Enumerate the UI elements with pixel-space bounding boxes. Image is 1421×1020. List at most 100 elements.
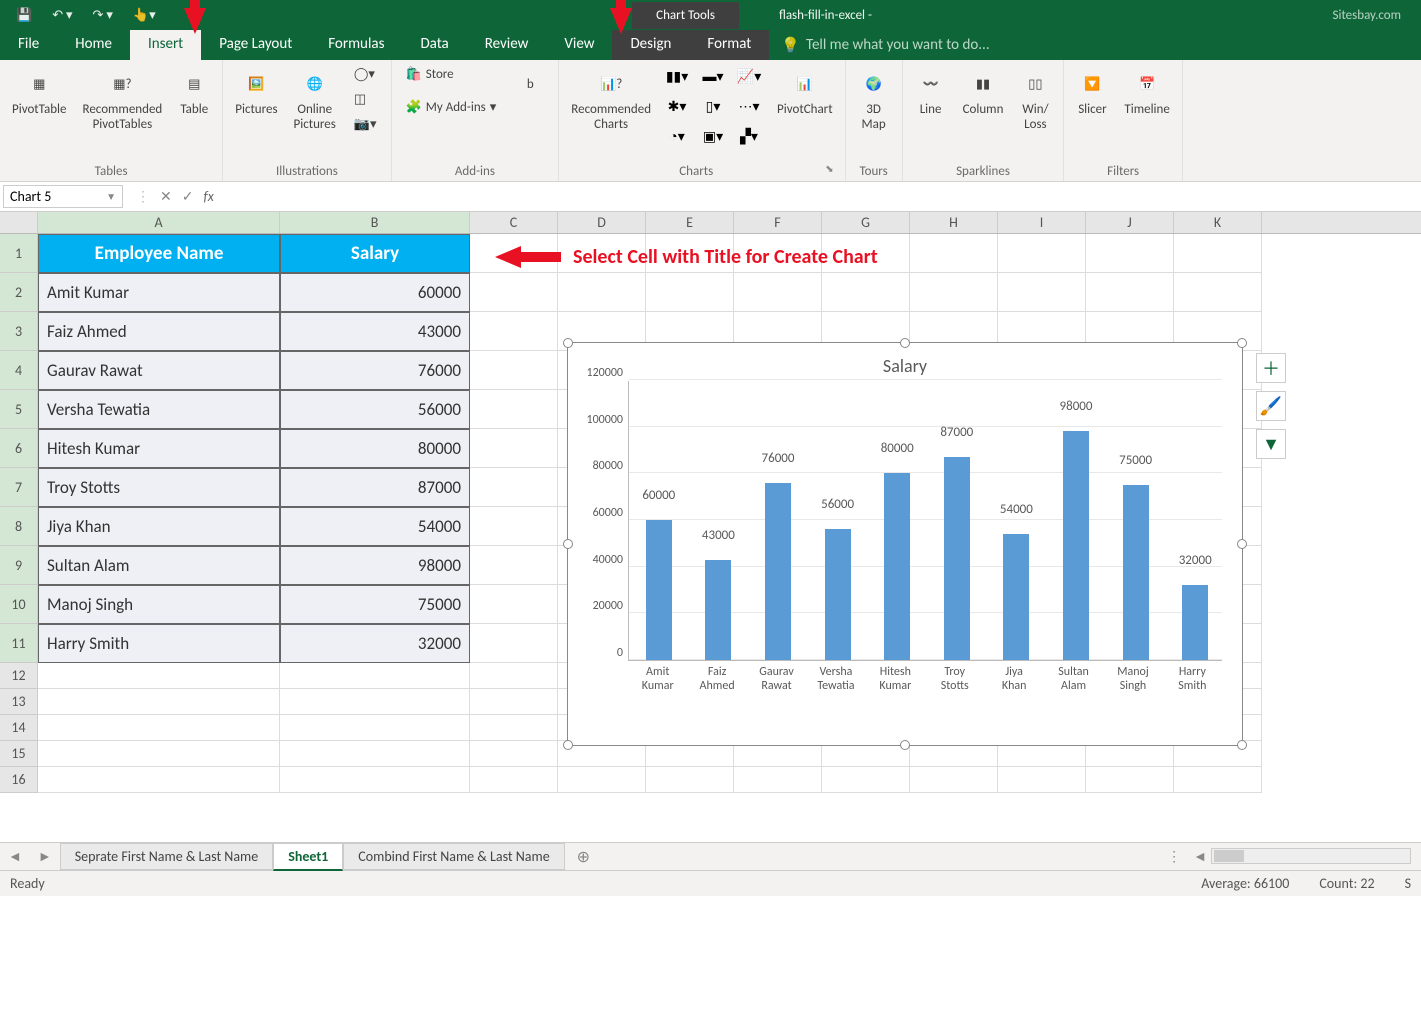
row-header-7[interactable]: 7 (0, 468, 38, 507)
chart-handle-s[interactable] (900, 740, 910, 750)
row-header-12[interactable]: 12 (0, 663, 38, 689)
stat-chart-icon[interactable]: ▯▾ (699, 94, 727, 118)
cell-A2[interactable]: Amit Kumar (38, 273, 280, 312)
column-chart-icon[interactable]: ▮▮▾ (663, 64, 691, 88)
bing-button[interactable]: b (510, 64, 550, 104)
cell-F2[interactable] (734, 273, 822, 312)
chart-bar[interactable] (1182, 585, 1208, 660)
col-header-H[interactable]: H (910, 212, 998, 233)
name-box[interactable]: Chart 5 ▼ (3, 185, 123, 208)
cell-C7[interactable] (470, 468, 558, 507)
tab-review[interactable]: Review (467, 30, 547, 60)
screenshot-button[interactable]: 📷▾ (348, 114, 383, 135)
cell-B2[interactable]: 60000 (280, 273, 470, 312)
col-header-F[interactable]: F (734, 212, 822, 233)
cell-B13[interactable] (280, 689, 470, 715)
cell-K1[interactable] (1174, 234, 1262, 273)
cell-A15[interactable] (38, 741, 280, 767)
cell-A12[interactable] (38, 663, 280, 689)
row-header-14[interactable]: 14 (0, 715, 38, 741)
cell-A3[interactable]: Faiz Ahmed (38, 312, 280, 351)
row-header-2[interactable]: 2 (0, 273, 38, 312)
sparkline-line-button[interactable]: 〰️Line (911, 64, 951, 121)
charts-dialog-launcher[interactable]: ⬊ (825, 162, 836, 179)
cell-A8[interactable]: Jiya Khan (38, 507, 280, 546)
cell-J16[interactable] (1086, 767, 1174, 793)
tell-me-search[interactable]: 💡 Tell me what you want to do... (769, 30, 1001, 60)
sheet-tab-2[interactable]: Sheet1 (273, 843, 343, 871)
sparkline-winloss-button[interactable]: ▯▯Win/ Loss (1015, 64, 1055, 136)
cell-A13[interactable] (38, 689, 280, 715)
tab-home[interactable]: Home (57, 30, 130, 60)
formula-input[interactable] (230, 187, 1421, 207)
worksheet-grid[interactable]: ABCDEFGHIJK 1Employee NameSalary2Amit Ku… (0, 212, 1421, 842)
cell-C8[interactable] (470, 507, 558, 546)
cell-C3[interactable] (470, 312, 558, 351)
undo-icon[interactable]: ↶ ▾ (46, 5, 78, 26)
cell-C5[interactable] (470, 390, 558, 429)
cell-D2[interactable] (558, 273, 646, 312)
pivottable-button[interactable]: ▦PivotTable (8, 64, 71, 121)
table-button[interactable]: ▤Table (174, 64, 214, 121)
col-header-D[interactable]: D (558, 212, 646, 233)
combo-chart-icon[interactable]: ▞▾ (735, 124, 763, 148)
row-header-15[interactable]: 15 (0, 741, 38, 767)
pivotchart-button[interactable]: 📊PivotChart (773, 64, 837, 121)
row-header-11[interactable]: 11 (0, 624, 38, 663)
cell-B12[interactable] (280, 663, 470, 689)
cell-B14[interactable] (280, 715, 470, 741)
add-sheet-button[interactable]: ⊕ (565, 847, 602, 867)
scatter-chart-icon[interactable]: ⋯▾ (735, 94, 763, 118)
cell-K16[interactable] (1174, 767, 1262, 793)
cell-B9[interactable]: 98000 (280, 546, 470, 585)
cell-G16[interactable] (822, 767, 910, 793)
cell-I16[interactable] (998, 767, 1086, 793)
cell-C4[interactable] (470, 351, 558, 390)
chart-handle-n[interactable] (900, 338, 910, 348)
cell-B16[interactable] (280, 767, 470, 793)
chart-handle-se[interactable] (1237, 740, 1247, 750)
tab-file[interactable]: File (0, 30, 57, 60)
cell-C2[interactable] (470, 273, 558, 312)
cell-C6[interactable] (470, 429, 558, 468)
chart-bar[interactable] (944, 457, 970, 660)
chart-bar[interactable] (705, 560, 731, 660)
cell-B4[interactable]: 76000 (280, 351, 470, 390)
cell-B7[interactable]: 87000 (280, 468, 470, 507)
redo-icon[interactable]: ↷ ▾ (87, 5, 119, 26)
cell-B15[interactable] (280, 741, 470, 767)
cell-B10[interactable]: 75000 (280, 585, 470, 624)
chart-styles-button[interactable]: 🖌️ (1256, 391, 1286, 421)
row-header-8[interactable]: 8 (0, 507, 38, 546)
chart-plot-area[interactable]: 0200004000060000800001000001200006000043… (628, 381, 1222, 661)
shapes-button[interactable]: ◯▾ (348, 64, 383, 85)
3d-map-button[interactable]: 🌍3D Map (854, 64, 894, 136)
online-pictures-button[interactable]: 🌐Online Pictures (290, 64, 340, 136)
chart-bar[interactable] (1063, 431, 1089, 660)
chart-elements-button[interactable]: ＋ (1256, 353, 1286, 383)
cell-H1[interactable] (910, 234, 998, 273)
sheet-tab-1[interactable]: Seprate First Name & Last Name (60, 843, 273, 870)
sheet-nav-prev-icon[interactable]: ◄ (0, 848, 30, 865)
surface-chart-icon[interactable]: ▣▾ (699, 124, 727, 148)
my-addins-button[interactable]: 🧩 My Add-ins ▾ (400, 97, 503, 118)
chart-filters-button[interactable]: ▼ (1256, 429, 1286, 459)
cell-B6[interactable]: 80000 (280, 429, 470, 468)
sheet-nav-next-icon[interactable]: ► (30, 848, 60, 865)
cell-A16[interactable] (38, 767, 280, 793)
col-header-I[interactable]: I (998, 212, 1086, 233)
chart-title[interactable]: Salary (568, 343, 1242, 381)
row-header-6[interactable]: 6 (0, 429, 38, 468)
col-header-B[interactable]: B (280, 212, 470, 233)
chart-bar[interactable] (646, 520, 672, 660)
recommended-charts-button[interactable]: 📊?Recommended Charts (567, 64, 655, 136)
tab-view[interactable]: View (546, 30, 612, 60)
tab-format[interactable]: Format (689, 30, 769, 60)
row-header-10[interactable]: 10 (0, 585, 38, 624)
chart-handle-w[interactable] (563, 539, 573, 549)
tab-design[interactable]: Design (612, 30, 689, 60)
cell-C11[interactable] (470, 624, 558, 663)
row-header-4[interactable]: 4 (0, 351, 38, 390)
col-header-A[interactable]: A (38, 212, 280, 233)
row-header-1[interactable]: 1 (0, 234, 38, 273)
